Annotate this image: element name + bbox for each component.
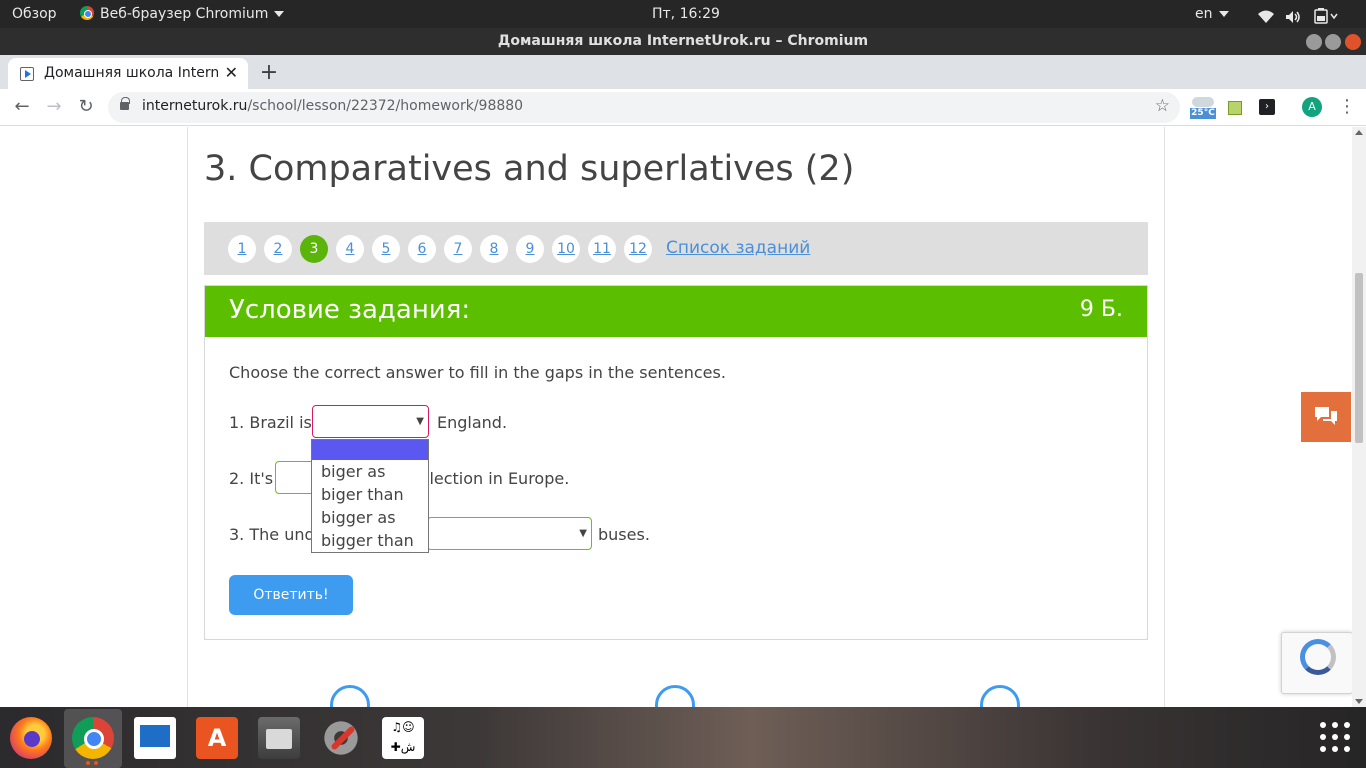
dropdown-option[interactable]: biger than (312, 483, 428, 506)
window-title: Домашняя школа InternetUrok.ru – Chromiu… (497, 33, 869, 49)
answer-select-3[interactable]: ▼ (427, 517, 592, 550)
language-indicator[interactable]: en (1195, 0, 1229, 28)
browser-menu-icon[interactable]: ⋮ (1338, 95, 1356, 119)
task-list-link[interactable]: Список заданий (666, 238, 810, 258)
dropdown-option[interactable]: bigger as (312, 506, 428, 529)
battery-icon[interactable] (1314, 6, 1340, 24)
address-bar[interactable]: interneturok.ru/school/lesson/22372/home… (108, 92, 1180, 123)
running-indicator (94, 761, 98, 765)
dropdown-arrow-icon: ▼ (416, 416, 424, 427)
task-header-title: Условие задания: (229, 295, 471, 325)
sentence-1-start: 1. Brazil is (229, 413, 312, 432)
volume-icon[interactable] (1285, 6, 1301, 23)
page-scrollbar[interactable] (1352, 127, 1366, 707)
sheets-extension-icon[interactable] (1228, 101, 1242, 115)
pager-item-1[interactable]: 1 (228, 235, 256, 263)
tab-homework[interactable]: Домашняя школа InternetUrok.ru ✕ (8, 58, 248, 89)
profile-avatar[interactable]: A (1302, 97, 1322, 117)
running-indicator (86, 761, 90, 765)
dropdown-option[interactable]: bigger than (312, 529, 428, 552)
ubuntu-dock: A ♫☺ ✚ش (0, 707, 1366, 768)
close-tab-icon[interactable]: ✕ (225, 63, 238, 82)
wifi-icon[interactable] (1258, 6, 1274, 23)
tab-title: Домашняя школа InternetUrok.ru (44, 65, 218, 81)
scrollbar-thumb[interactable] (1355, 273, 1363, 443)
tab-strip: Домашняя школа InternetUrok.ru ✕ + (0, 55, 1366, 89)
answer-dropdown-list[interactable]: biger as biger than bigger as bigger tha… (311, 439, 429, 553)
lock-icon[interactable] (120, 97, 130, 110)
task-instruction: Choose the correct answer to fill in the… (229, 363, 726, 382)
lesson-title: 3. Comparatives and superlatives (2) (204, 149, 855, 189)
forward-button[interactable]: → (42, 95, 66, 119)
pager-item-12[interactable]: 12 (624, 235, 652, 263)
system-top-bar: Обзор Веб-браузер Chromium Пт, 16:29 en (0, 0, 1366, 28)
reload-button[interactable]: ↻ (74, 95, 98, 119)
pager-item-7[interactable]: 7 (444, 235, 472, 263)
chat-icon (1315, 407, 1337, 425)
sentence-3-end: buses. (598, 525, 650, 544)
sentence-2-start: 2. It's (229, 469, 274, 488)
firefox-icon[interactable] (10, 717, 52, 759)
url-text: interneturok.ru/school/lesson/22372/home… (142, 98, 523, 114)
cloud-icon (1192, 97, 1214, 107)
pager-item-5[interactable]: 5 (372, 235, 400, 263)
activities-button[interactable]: Обзор (12, 0, 57, 28)
weather-temperature: 25°C (1190, 108, 1216, 119)
new-tab-button[interactable]: + (256, 60, 282, 86)
pager-item-4[interactable]: 4 (336, 235, 364, 263)
app-menu-label: Веб-браузер Chromium (100, 6, 269, 22)
scroll-up-icon[interactable] (1355, 130, 1363, 135)
software-store-icon[interactable]: A (196, 717, 238, 759)
pager-item-10[interactable]: 10 (552, 235, 580, 263)
character-map-icon[interactable]: ♫☺ ✚ش (382, 717, 424, 759)
minimize-button[interactable] (1306, 34, 1322, 50)
chevron-down-icon (274, 11, 285, 17)
task-points: 9 Б. (1079, 297, 1123, 322)
task-pager: 1 2 3 4 5 6 7 8 9 10 11 12 Список задани… (204, 222, 1148, 275)
chevron-down-icon (1218, 11, 1229, 17)
chromium-icon (80, 6, 94, 20)
page-favicon-icon (20, 67, 34, 81)
app-menu[interactable]: Веб-браузер Chromium (80, 0, 285, 28)
dropdown-option-empty[interactable] (312, 440, 428, 460)
settings-icon[interactable] (320, 717, 362, 759)
page-viewport: 3. Comparatives and superlatives (2) 1 2… (0, 127, 1366, 707)
libreoffice-writer-icon[interactable] (134, 717, 176, 759)
show-applications-icon[interactable] (1320, 722, 1350, 752)
pager-item-11[interactable]: 11 (588, 235, 616, 263)
url-path: /school/lesson/22372/homework/98880 (247, 98, 524, 114)
back-button[interactable]: ← (10, 95, 34, 119)
url-host: interneturok.ru (142, 98, 248, 114)
clock[interactable]: Пт, 16:29 (652, 0, 720, 28)
pager-item-2[interactable]: 2 (264, 235, 292, 263)
maximize-button[interactable] (1325, 34, 1341, 50)
chat-button[interactable] (1301, 392, 1351, 442)
pager-item-8[interactable]: 8 (480, 235, 508, 263)
terminal-extension-icon[interactable]: › (1259, 99, 1275, 115)
task-header: Условие задания: 9 Б. (205, 286, 1147, 337)
dropdown-arrow-icon: ▼ (579, 528, 587, 539)
browser-toolbar: ← → ↻ interneturok.ru/school/lesson/2237… (0, 89, 1366, 126)
answer-select-1[interactable]: ▼ (312, 405, 429, 438)
pager-item-6[interactable]: 6 (408, 235, 436, 263)
chromium-icon[interactable] (72, 717, 114, 759)
pager-item-9[interactable]: 9 (516, 235, 544, 263)
sentence-2-end: llection in Europe. (425, 469, 570, 488)
recaptcha-icon (1300, 639, 1336, 675)
close-window-button[interactable] (1345, 34, 1361, 50)
recaptcha-badge[interactable] (1281, 632, 1353, 694)
files-icon[interactable] (258, 717, 300, 759)
submit-answer-button[interactable]: Ответить! (229, 575, 353, 615)
bookmark-star-icon[interactable]: ☆ (1155, 96, 1170, 116)
window-title-bar: Домашняя школа InternetUrok.ru – Chromiu… (0, 28, 1366, 55)
pager-item-3-active[interactable]: 3 (300, 235, 328, 263)
sentence-1-end: England. (437, 413, 508, 432)
weather-extension-icon[interactable]: 25°C (1190, 97, 1216, 119)
scroll-down-icon[interactable] (1355, 699, 1363, 704)
dropdown-option[interactable]: biger as (312, 460, 428, 483)
language-label: en (1195, 6, 1213, 22)
